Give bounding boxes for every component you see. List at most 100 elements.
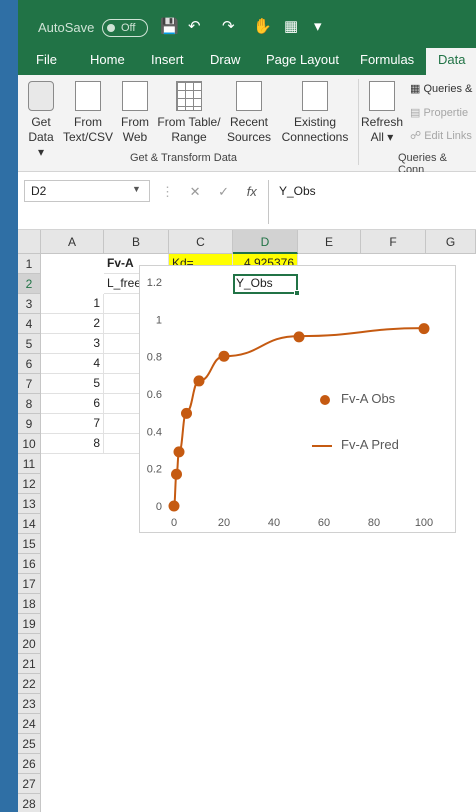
- y-tick-label: 0.6: [147, 389, 162, 401]
- autosave-toggle[interactable]: Off: [102, 19, 148, 37]
- from-table-range-button[interactable]: From Table/ Range: [156, 81, 222, 145]
- y-tick-label: 0.4: [147, 426, 162, 438]
- cell-header-d[interactable]: Y_Obs: [233, 274, 298, 294]
- row-header-6[interactable]: 6: [18, 354, 41, 374]
- y-tick-label: 0: [156, 501, 162, 513]
- enter-icon[interactable]: ✓: [218, 184, 229, 199]
- obs-point: [193, 375, 205, 387]
- tab-insert[interactable]: Insert: [151, 52, 184, 67]
- touch-mode-icon[interactable]: ✋: [253, 17, 272, 35]
- tab-home[interactable]: Home: [90, 52, 125, 67]
- row-header-11[interactable]: 11: [18, 454, 41, 474]
- autosave-label: AutoSave: [38, 20, 95, 35]
- row-header-12[interactable]: 12: [18, 474, 41, 494]
- row-header-24[interactable]: 24: [18, 714, 41, 734]
- y-tick-label: 1.2: [147, 277, 162, 289]
- obs-point: [173, 446, 185, 458]
- edit-links-button[interactable]: ☍ Edit Links: [410, 129, 472, 142]
- tab-formulas[interactable]: Formulas: [360, 52, 414, 67]
- row-header-27[interactable]: 27: [18, 774, 41, 794]
- tab-draw[interactable]: Draw: [210, 52, 240, 67]
- table-icon: [176, 81, 202, 111]
- column-header-f[interactable]: F: [361, 230, 426, 254]
- tab-file[interactable]: File: [36, 52, 57, 67]
- row-header-17[interactable]: 17: [18, 574, 41, 594]
- column-header-d[interactable]: D: [233, 230, 298, 254]
- table-cell[interactable]: 8: [41, 434, 104, 454]
- row-header-8[interactable]: 8: [18, 394, 41, 414]
- ribbon-data: Get Data ▾ From Text/CSV From Web From T…: [18, 75, 476, 176]
- row-header-21[interactable]: 21: [18, 654, 41, 674]
- refresh-all-button[interactable]: Refresh All ▾: [360, 81, 404, 145]
- row-header-1[interactable]: 1: [18, 254, 41, 274]
- name-box-dropdown-icon[interactable]: ▼: [132, 184, 141, 194]
- from-text-csv-button[interactable]: From Text/CSV: [62, 81, 114, 145]
- save-icon[interactable]: 💾: [160, 17, 179, 35]
- x-tick-label: 60: [318, 517, 330, 529]
- from-web-button[interactable]: From Web: [118, 81, 152, 145]
- table-cell[interactable]: 1: [41, 294, 104, 314]
- formula-buttons: ⋮ ✕ ✓ fx: [161, 184, 257, 200]
- insert-function-icon[interactable]: fx: [247, 184, 257, 199]
- row-header-19[interactable]: 19: [18, 614, 41, 634]
- table-cell[interactable]: 7: [41, 414, 104, 434]
- existing-connections-button[interactable]: Existing Connections: [280, 81, 350, 145]
- tab-data[interactable]: Data: [426, 48, 476, 75]
- row-header-28[interactable]: 28: [18, 794, 41, 812]
- column-header-b[interactable]: B: [104, 230, 169, 254]
- legend-marker-obs: [320, 395, 330, 405]
- get-data-button[interactable]: Get Data ▾: [24, 81, 58, 160]
- group-label-get-transform: Get & Transform Data: [130, 152, 237, 164]
- row-header-3[interactable]: 3: [18, 294, 41, 314]
- fill-handle[interactable]: [294, 290, 300, 296]
- clock-file-icon: [236, 81, 262, 111]
- row-header-26[interactable]: 26: [18, 754, 41, 774]
- row-header-20[interactable]: 20: [18, 634, 41, 654]
- row-header-22[interactable]: 22: [18, 674, 41, 694]
- row-header-4[interactable]: 4: [18, 314, 41, 334]
- table-cell[interactable]: 6: [41, 394, 104, 414]
- scatter-chart[interactable]: 0 0.2 0.4 0.6 0.8 1 1.2 0 20 40 60 80 100 Fv-A Obs F…: [139, 265, 456, 533]
- y-tick-label: 0.8: [147, 352, 162, 364]
- row-header-5[interactable]: 5: [18, 334, 41, 354]
- row-header-18[interactable]: 18: [18, 594, 41, 614]
- row-header-10[interactable]: 10: [18, 434, 41, 454]
- connections-icon: [302, 81, 328, 111]
- table-cell[interactable]: 5: [41, 374, 104, 394]
- table-cell[interactable]: 3: [41, 334, 104, 354]
- column-header-c[interactable]: C: [169, 230, 233, 254]
- legend-obs: Fv-A Obs: [320, 390, 441, 408]
- row-header-13[interactable]: 13: [18, 494, 41, 514]
- row-header-7[interactable]: 7: [18, 374, 41, 394]
- formula-input[interactable]: Y_Obs: [268, 180, 476, 224]
- queries-connections-button[interactable]: ▦ Queries &: [410, 82, 472, 95]
- formula-bar: D2 ▼ ⋮ ✕ ✓ fx Y_Obs: [18, 172, 476, 230]
- select-all-button[interactable]: [18, 230, 41, 254]
- x-tick-label: 20: [218, 517, 230, 529]
- column-header-g[interactable]: G: [426, 230, 476, 254]
- column-header-e[interactable]: E: [298, 230, 361, 254]
- properties-button[interactable]: ▤ Propertie: [410, 106, 468, 119]
- text-file-icon: [75, 81, 101, 111]
- undo-icon[interactable]: ↶: [188, 17, 201, 35]
- column-header-a[interactable]: A: [41, 230, 104, 254]
- y-tick-label: 1: [156, 314, 162, 326]
- row-header-9[interactable]: 9: [18, 414, 41, 434]
- row-header-15[interactable]: 15: [18, 534, 41, 554]
- redo-icon[interactable]: ↷: [222, 17, 235, 35]
- obs-point: [171, 468, 182, 480]
- recent-sources-button[interactable]: Recent Sources: [226, 81, 272, 145]
- tab-page-layout[interactable]: Page Layout: [266, 52, 339, 67]
- database-icon: [28, 81, 54, 111]
- form-icon[interactable]: ▦: [284, 17, 298, 35]
- row-header-16[interactable]: 16: [18, 554, 41, 574]
- x-tick-label: 80: [368, 517, 380, 529]
- customize-toolbar-icon[interactable]: ▾: [314, 17, 322, 35]
- cancel-icon[interactable]: ✕: [190, 184, 201, 199]
- row-header-14[interactable]: 14: [18, 514, 41, 534]
- table-cell[interactable]: 2: [41, 314, 104, 334]
- row-header-25[interactable]: 25: [18, 734, 41, 754]
- table-cell[interactable]: 4: [41, 354, 104, 374]
- row-header-2[interactable]: 2: [18, 274, 41, 294]
- row-header-23[interactable]: 23: [18, 694, 41, 714]
